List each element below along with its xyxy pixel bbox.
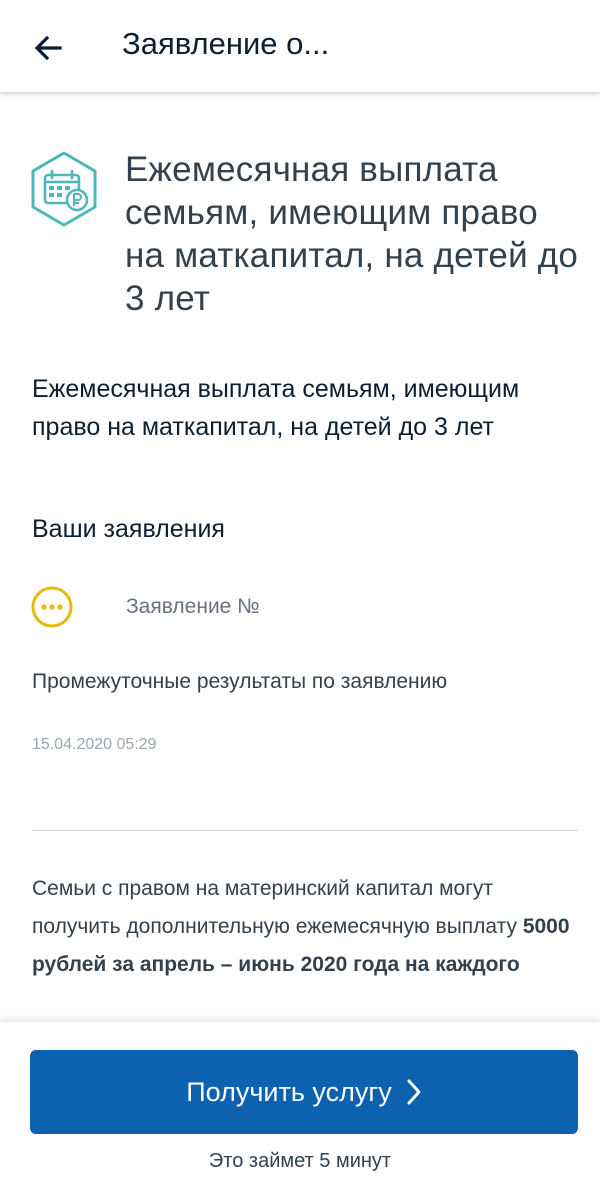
service-title: Ежемесячная выплата семьям, имеющим прав…: [125, 150, 579, 318]
applications-section-title: Ваши заявления: [32, 515, 225, 543]
header-title: Заявление о...: [122, 26, 330, 61]
pending-dots-icon: [31, 586, 73, 628]
service-subtitle: Ежемесячная выплата семьям, имеющим прав…: [32, 375, 520, 441]
app-header: Заявление о...: [0, 0, 600, 92]
arrow-left-icon: [34, 35, 62, 61]
description-text: Семьи с правом на материнский капитал мо…: [32, 877, 523, 938]
divider: [32, 830, 578, 831]
application-item[interactable]: Заявление №: [30, 585, 570, 629]
duration-note: Это займет 5 минут: [208, 1150, 392, 1172]
get-service-label: Получить услугу: [186, 1076, 392, 1107]
screen: Заявление о... Ежемесячная выплата семья…: [0, 0, 600, 1200]
calendar-ruble-icon: [31, 151, 97, 227]
service-description: Семьи с правом на материнский капитал мо…: [32, 870, 572, 984]
bottom-action-bar: Получить услугу Это займет 5 минут: [0, 1022, 600, 1200]
application-label: Заявление №: [126, 595, 260, 618]
application-timestamp: 15.04.2020 05:29: [32, 736, 157, 753]
back-button[interactable]: [22, 22, 74, 74]
chevron-right-icon: [407, 1079, 421, 1105]
get-service-button[interactable]: Получить услугу: [30, 1050, 578, 1134]
application-status-text: Промежуточные результаты по заявлению: [32, 670, 448, 693]
